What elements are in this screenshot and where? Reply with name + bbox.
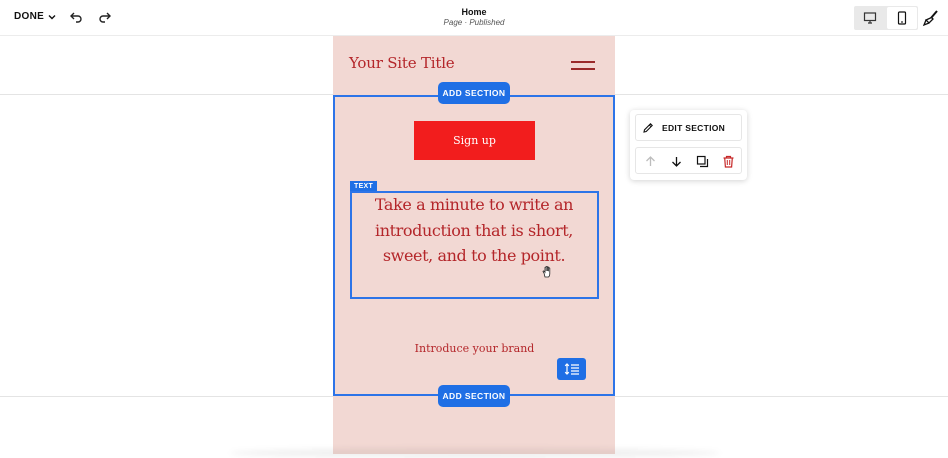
edit-section-button[interactable]: EDIT SECTION: [635, 114, 742, 141]
page-status: Home Page · Published: [374, 7, 574, 29]
undo-icon[interactable]: [68, 9, 84, 25]
device-toggle: [854, 6, 918, 30]
move-up-button[interactable]: [642, 153, 658, 169]
intro-text[interactable]: Take a minute to write an introduction t…: [356, 192, 592, 269]
arrow-down-icon: [671, 156, 681, 167]
signup-button[interactable]: Sign up: [414, 121, 535, 160]
hand-cursor-icon: [542, 265, 551, 278]
pencil-icon: [643, 122, 653, 133]
site-title[interactable]: Your Site Title: [349, 54, 455, 72]
hamburger-menu-icon[interactable]: [571, 59, 595, 71]
mobile-view-button[interactable]: [887, 7, 917, 29]
move-down-button[interactable]: [668, 153, 684, 169]
delete-button[interactable]: [720, 153, 736, 169]
line-spacing-icon: [564, 363, 579, 375]
section-actions: [635, 147, 742, 174]
done-label: DONE: [14, 11, 45, 22]
redo-icon[interactable]: [97, 9, 113, 25]
paintbrush-icon[interactable]: [922, 9, 940, 27]
add-section-button-bottom[interactable]: ADD SECTION: [438, 385, 510, 407]
brand-text[interactable]: Introduce your brand: [350, 342, 599, 355]
section-spacing-button[interactable]: [557, 358, 586, 380]
desktop-view-button[interactable]: [855, 7, 885, 29]
duplicate-icon: [696, 155, 708, 167]
trash-icon: [723, 155, 733, 168]
edit-section-label: EDIT SECTION: [662, 122, 726, 133]
mobile-icon: [897, 11, 907, 25]
arrow-up-icon: [645, 155, 655, 166]
section-toolbar: EDIT SECTION: [630, 110, 747, 180]
editor-toolbar: DONE Home Page · Published: [0, 0, 948, 36]
page-title: Home: [461, 7, 487, 17]
chevron-down-icon: [48, 14, 56, 19]
done-button[interactable]: DONE: [14, 11, 57, 22]
duplicate-button[interactable]: [694, 153, 710, 169]
desktop-icon: [863, 12, 877, 24]
add-section-button-top[interactable]: ADD SECTION: [438, 82, 510, 104]
preview-shadow: [230, 448, 720, 458]
page-subtitle: Page · Published: [443, 18, 505, 27]
